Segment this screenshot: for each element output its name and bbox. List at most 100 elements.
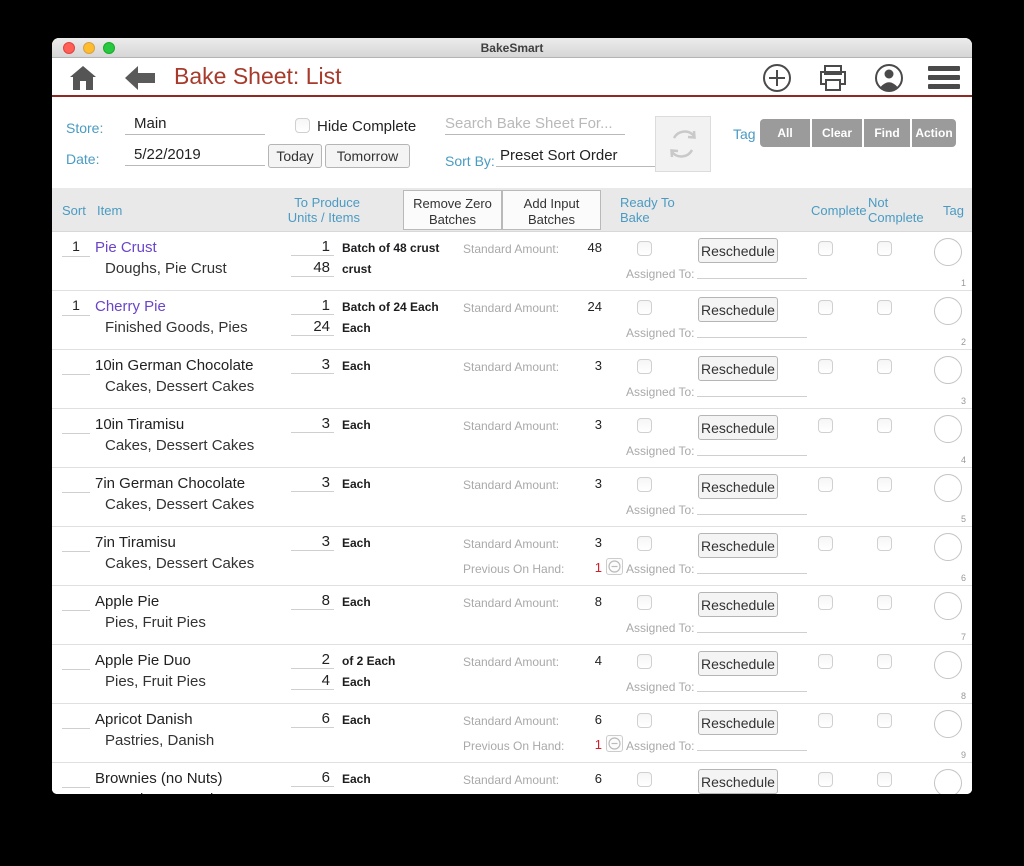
not-complete-checkbox[interactable] [877,654,892,669]
sort-by-input[interactable]: Preset Sort Order [496,147,663,167]
row-number: 3 [960,396,966,406]
produce-qty-input[interactable]: 3 [291,533,334,551]
reschedule-button[interactable]: Reschedule [698,297,778,322]
assigned-to-label: Assigned To: [626,503,695,517]
tag-radio[interactable] [934,415,962,443]
not-complete-checkbox[interactable] [877,477,892,492]
complete-checkbox[interactable] [818,359,833,374]
not-complete-checkbox[interactable] [877,300,892,315]
ready-to-bake-checkbox[interactable] [637,654,652,669]
ready-to-bake-checkbox[interactable] [637,418,652,433]
produce-qty-input[interactable]: 3 [291,356,334,374]
tag-radio[interactable] [934,238,962,266]
complete-checkbox[interactable] [818,772,833,787]
tag-radio[interactable] [934,769,962,794]
complete-checkbox[interactable] [818,241,833,256]
tag-radio[interactable] [934,474,962,502]
produce-qty-input[interactable]: 2 [291,651,334,669]
produce-qty-input[interactable]: 8 [291,592,334,610]
assigned-to-input[interactable] [697,262,807,279]
user-button[interactable] [874,63,904,93]
hamburger-menu-icon [928,66,960,71]
not-complete-checkbox[interactable] [877,241,892,256]
produce-qty-input[interactable]: 24 [291,318,334,336]
assigned-to-input[interactable] [697,734,807,751]
assigned-to-input[interactable] [697,380,807,397]
home-button[interactable] [68,63,98,93]
produce-qty-input[interactable]: 6 [291,710,334,728]
complete-checkbox[interactable] [818,418,833,433]
tag-clear-button[interactable]: Clear [812,119,862,147]
produce-qty-input[interactable]: 3 [291,415,334,433]
produce-qty-input[interactable]: 6 [291,769,334,787]
tag-radio[interactable] [934,651,962,679]
ready-to-bake-checkbox[interactable] [637,772,652,787]
decrement-button[interactable] [606,735,623,752]
assigned-to-input[interactable] [697,557,807,574]
reschedule-button[interactable]: Reschedule [698,533,778,558]
assigned-to-input[interactable] [697,321,807,338]
menu-button[interactable] [928,66,960,90]
not-complete-checkbox[interactable] [877,418,892,433]
complete-checkbox[interactable] [818,713,833,728]
reschedule-button[interactable]: Reschedule [698,710,778,735]
ready-to-bake-checkbox[interactable] [637,300,652,315]
ready-to-bake-checkbox[interactable] [637,359,652,374]
tag-radio[interactable] [934,297,962,325]
reschedule-button[interactable]: Reschedule [698,769,778,794]
tag-radio[interactable] [934,710,962,738]
complete-checkbox[interactable] [818,595,833,610]
tag-radio[interactable] [934,356,962,384]
today-button[interactable]: Today [268,144,322,168]
back-button[interactable] [124,65,155,95]
produce-qty-input[interactable]: 1 [291,238,334,256]
assigned-to-input[interactable] [697,498,807,515]
produce-qty-input[interactable]: 48 [291,259,334,277]
reschedule-button[interactable]: Reschedule [698,238,778,263]
search-input[interactable]: Search Bake Sheet For... [445,115,625,135]
tag-radio[interactable] [934,592,962,620]
assigned-to-label: Assigned To: [626,444,695,458]
tomorrow-button[interactable]: Tomorrow [325,144,410,168]
date-input[interactable]: 5/22/2019 [125,146,265,166]
assigned-to-input[interactable] [697,439,807,456]
tag-action-button[interactable]: Action [912,119,956,147]
assigned-to-input[interactable] [697,793,807,794]
ready-to-bake-checkbox[interactable] [637,536,652,551]
assigned-to-input[interactable] [697,675,807,692]
reschedule-button[interactable]: Reschedule [698,474,778,499]
reschedule-button[interactable]: Reschedule [698,415,778,440]
not-complete-checkbox[interactable] [877,359,892,374]
reschedule-button[interactable]: Reschedule [698,651,778,676]
ready-to-bake-checkbox[interactable] [637,477,652,492]
produce-qty-input[interactable]: 1 [291,297,334,315]
tag-find-button[interactable]: Find [864,119,910,147]
ready-to-bake-checkbox[interactable] [637,241,652,256]
complete-checkbox[interactable] [818,300,833,315]
not-complete-checkbox[interactable] [877,595,892,610]
complete-checkbox[interactable] [818,654,833,669]
reschedule-button[interactable]: Reschedule [698,592,778,617]
produce-qty-input[interactable]: 3 [291,474,334,492]
add-input-batches-button[interactable]: Add Input Batches [502,190,601,230]
tag-all-button[interactable]: All [760,119,810,147]
hide-complete-checkbox[interactable] [295,118,310,133]
produce-qty-input[interactable]: 4 [291,672,334,690]
add-button[interactable] [762,63,792,93]
produce-unit-label: Each [342,772,371,786]
assigned-to-input[interactable] [697,616,807,633]
ready-to-bake-checkbox[interactable] [637,713,652,728]
complete-checkbox[interactable] [818,477,833,492]
not-complete-checkbox[interactable] [877,772,892,787]
store-input[interactable]: Main [125,115,265,135]
refresh-button[interactable] [655,116,711,172]
reschedule-button[interactable]: Reschedule [698,356,778,381]
remove-zero-batches-button[interactable]: Remove Zero Batches [403,190,502,230]
decrement-button[interactable] [606,558,623,575]
print-button[interactable] [818,63,848,93]
complete-checkbox[interactable] [818,536,833,551]
not-complete-checkbox[interactable] [877,713,892,728]
ready-to-bake-checkbox[interactable] [637,595,652,610]
tag-radio[interactable] [934,533,962,561]
not-complete-checkbox[interactable] [877,536,892,551]
